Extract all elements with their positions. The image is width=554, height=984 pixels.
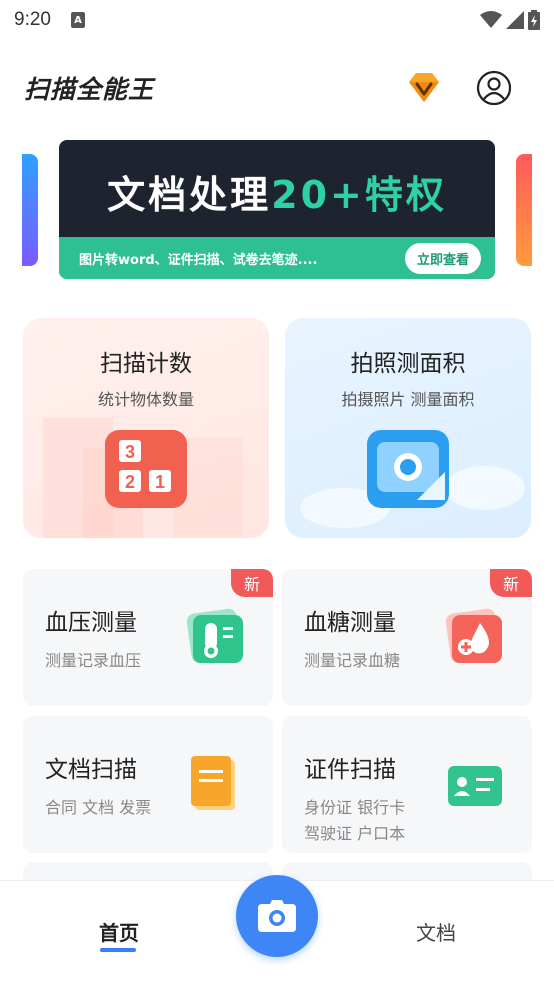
wifi-icon [480, 11, 502, 28]
document-scan-title: 文档扫描 [45, 757, 137, 783]
app-header: 扫描全能王 [0, 62, 554, 116]
vip-diamond-icon[interactable] [405, 70, 443, 104]
blood-pressure-icon [186, 608, 243, 664]
count-digit-2: 2 [125, 472, 135, 492]
banner-title-highlight: 20+特权 [271, 173, 447, 217]
id-card-scan-icon [448, 766, 502, 806]
camera-button[interactable] [236, 875, 318, 957]
camera-icon [258, 900, 296, 932]
new-badge: 新 [231, 569, 273, 597]
new-badge: 新 [490, 569, 532, 597]
bottom-nav: 首页 文档 [0, 875, 554, 984]
nav-home[interactable]: 首页 [99, 917, 139, 946]
banner-title: 文档处理20+特权 [59, 164, 495, 219]
banner-view-button[interactable]: 立即查看 [404, 242, 481, 274]
banner-prev-peek[interactable] [22, 154, 38, 266]
banner-title-main: 文档处理 [107, 173, 272, 217]
document-scan-icon [191, 756, 235, 810]
blood-pressure-card[interactable]: 新 血压测量 测量记录血压 [23, 569, 273, 706]
promo-banner[interactable]: 文档处理20+特权 图片转word、证件扫描、试卷去笔迹.... 立即查看 [59, 140, 495, 279]
count-icon: 3 2 1 [105, 430, 187, 508]
nav-documents[interactable]: 文档 [416, 917, 456, 946]
id-card-scan-title: 证件扫描 [304, 757, 396, 783]
battery-icon [528, 10, 540, 30]
document-scan-subtitle: 合同 文档 发票 [45, 798, 152, 817]
scan-count-card[interactable]: 扫描计数 统计物体数量 3 2 1 [23, 318, 269, 538]
id-card-scan-card[interactable]: 证件扫描 身份证 银行卡 驾驶证 户口本 [282, 716, 532, 853]
status-time: 9:20 [14, 9, 51, 30]
notification-icon: A [70, 12, 85, 28]
id-card-scan-subtitle2: 驾驶证 户口本 [304, 824, 406, 843]
scan-count-title: 扫描计数 [100, 351, 192, 377]
nav-home-indicator [100, 948, 136, 952]
banner-carousel[interactable]: 文档处理20+特权 图片转word、证件扫描、试卷去笔迹.... 立即查看 [0, 140, 554, 282]
blood-sugar-subtitle: 测量记录血糖 [304, 651, 401, 670]
blood-pressure-title: 血压测量 [45, 610, 137, 636]
blood-sugar-card[interactable]: 新 血糖测量 测量记录血糖 [282, 569, 532, 706]
measure-area-icon [367, 430, 449, 508]
measure-area-title: 拍照测面积 [350, 351, 466, 377]
blood-sugar-icon [445, 608, 502, 664]
count-digit-1: 1 [155, 472, 165, 492]
blood-sugar-title: 血糖测量 [304, 610, 396, 636]
signal-icon [506, 11, 524, 29]
blood-pressure-subtitle: 测量记录血压 [45, 651, 142, 670]
document-scan-card[interactable]: 文档扫描 合同 文档 发票 [23, 716, 273, 853]
id-card-scan-subtitle: 身份证 银行卡 [304, 798, 406, 817]
app-logo: 扫描全能王 [24, 75, 155, 104]
measure-area-subtitle: 拍摄照片 测量面积 [341, 390, 475, 409]
banner-strip: 图片转word、证件扫描、试卷去笔迹.... 立即查看 [59, 237, 495, 279]
status-bar: 9:20 A [0, 0, 554, 40]
banner-next-peek[interactable] [516, 154, 532, 266]
count-digit-3: 3 [125, 442, 135, 462]
status-icons [480, 10, 540, 30]
measure-area-card[interactable]: 拍照测面积 拍摄照片 测量面积 [285, 318, 531, 538]
profile-icon[interactable] [476, 70, 512, 106]
banner-subtitle: 图片转word、证件扫描、试卷去笔迹.... [79, 252, 318, 268]
